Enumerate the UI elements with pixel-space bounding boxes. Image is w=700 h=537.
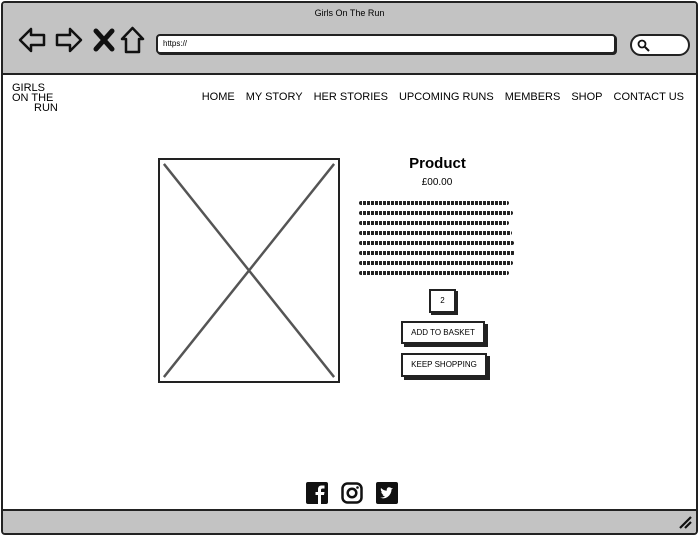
site-logo[interactable]: GIRLS ON THE RUN [12, 83, 72, 114]
add-to-basket-button[interactable]: ADD TO BASKET [401, 321, 485, 344]
arrow-right-icon [55, 27, 83, 53]
close-icon [93, 28, 115, 52]
resize-grip-icon[interactable] [678, 515, 692, 529]
product-description-placeholder [359, 201, 515, 275]
back-button[interactable] [17, 25, 47, 55]
facebook-link[interactable] [306, 482, 328, 504]
facebook-icon [306, 482, 328, 504]
twitter-icon [376, 482, 398, 504]
stop-button[interactable] [91, 25, 117, 55]
twitter-link[interactable] [376, 482, 398, 504]
address-bar[interactable]: https:// [156, 34, 616, 54]
browser-window: Girls On The Run https:// GIRLS ON THE R… [1, 1, 698, 535]
nav-home[interactable]: HOME [202, 91, 235, 103]
forward-button[interactable] [54, 25, 84, 55]
arrow-left-icon [18, 27, 46, 53]
nav-upcoming-runs[interactable]: UPCOMING RUNS [399, 91, 494, 103]
window-title: Girls On The Run [314, 8, 385, 18]
main-nav: HOME MY STORY HER STORIES UPCOMING RUNS … [202, 91, 684, 103]
image-placeholder-icon [162, 163, 336, 378]
nav-contact-us[interactable]: CONTACT US [614, 91, 685, 103]
search-icon [637, 39, 650, 52]
home-button[interactable] [119, 25, 146, 55]
product-title: Product [409, 155, 466, 172]
quantity-input[interactable]: 2 [429, 289, 456, 313]
product-image-placeholder [158, 158, 340, 383]
nav-her-stories[interactable]: HER STORIES [314, 91, 388, 103]
status-bar [3, 509, 696, 533]
nav-shop[interactable]: SHOP [571, 91, 602, 103]
nav-my-story[interactable]: MY STORY [246, 91, 303, 103]
nav-members[interactable]: MEMBERS [505, 91, 561, 103]
product-details: Product £00.00 [359, 155, 515, 281]
product-price: £00.00 [421, 177, 453, 188]
search-field[interactable] [630, 34, 690, 56]
browser-chrome: Girls On The Run https:// [3, 3, 696, 75]
logo-line-3: RUN [34, 102, 58, 114]
site-header: GIRLS ON THE RUN HOME MY STORY HER STORI… [3, 83, 696, 123]
keep-shopping-button[interactable]: KEEP SHOPPING [401, 353, 487, 377]
social-links [306, 482, 398, 504]
home-icon [120, 26, 145, 54]
instagram-icon [341, 482, 363, 504]
instagram-link[interactable] [341, 482, 363, 504]
